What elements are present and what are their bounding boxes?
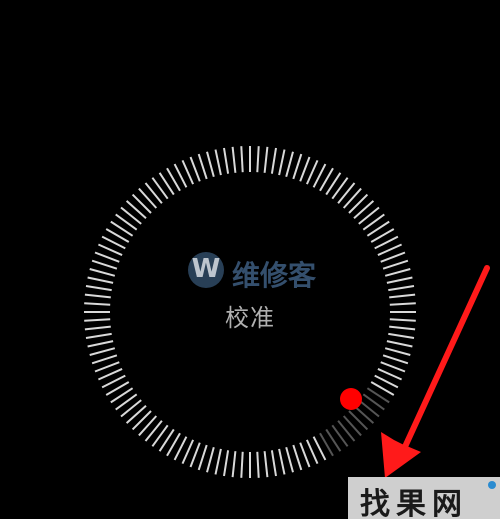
dial-tick [386, 340, 413, 348]
dial-tick [389, 325, 416, 331]
dial-tick [85, 285, 112, 292]
dial-tick [85, 332, 112, 339]
dial-tick [278, 149, 286, 176]
dial-tick [189, 156, 201, 182]
red-dot-icon [340, 388, 362, 410]
calibration-label: 校准 [225, 304, 275, 332]
watermark-letter: W [191, 254, 221, 284]
dial-tick [206, 151, 215, 178]
dial-tick [84, 293, 111, 299]
dial-tick [131, 410, 152, 431]
dial-tick [285, 446, 294, 473]
dial-tick [377, 367, 403, 381]
dial-tick [197, 153, 208, 180]
dial-tick [389, 318, 416, 322]
dial-tick [231, 146, 237, 173]
dial-tick [299, 156, 311, 182]
dial-tick [131, 193, 152, 214]
dial-tick [84, 325, 111, 331]
dial-tick [214, 448, 222, 475]
dial-tick [278, 448, 286, 475]
dial-tick [97, 367, 123, 381]
dial-tick [89, 347, 116, 356]
registered-mark-icon [488, 481, 496, 489]
dial-tick [206, 446, 215, 473]
dial-tick [189, 442, 201, 468]
dial-tick [97, 243, 123, 257]
dial-tick [181, 439, 195, 465]
dial-tick [91, 259, 118, 270]
dial-tick [263, 451, 269, 478]
dial-tick [256, 451, 260, 478]
dial-tick [382, 259, 409, 270]
dial-tick [270, 147, 277, 174]
dial-tick [84, 302, 111, 306]
watermark-logo: W 维修客 [188, 252, 338, 292]
dial-tick [380, 361, 406, 373]
dial-tick [89, 268, 116, 277]
dial-tick [197, 444, 208, 471]
dial-tick [231, 451, 237, 478]
dial-tick [388, 332, 415, 339]
dial-tick [256, 146, 260, 173]
dial-tick [348, 193, 369, 214]
dial-tick [292, 444, 303, 471]
dial-tick [389, 293, 416, 299]
dial-tick [223, 450, 230, 477]
dial-tick [380, 251, 406, 263]
dial-tick [263, 146, 269, 173]
dial-tick [305, 159, 319, 185]
dial-tick [305, 439, 319, 465]
compass-calibration-screen: W 维修客 校准 找果网 [0, 0, 500, 519]
corner-watermark-badge: 找果网 [348, 477, 500, 519]
dial-tick [91, 354, 118, 365]
dial-tick [299, 442, 311, 468]
dial-tick [240, 146, 244, 173]
watermark-text: 维修客 [232, 259, 317, 292]
dial-tick [84, 318, 111, 322]
dial-tick [87, 276, 114, 284]
dial-tick [87, 340, 114, 348]
dial-tick [389, 302, 416, 306]
corner-badge-text: 找果网 [360, 487, 468, 519]
dial-tick [382, 354, 409, 365]
dial-tick [377, 243, 403, 257]
dial-tick [270, 450, 277, 477]
dial-tick [240, 451, 244, 478]
dial-tick [348, 410, 369, 431]
watermark-badge-icon: W [188, 252, 224, 288]
dial-tick [94, 361, 120, 373]
dial-tick [292, 153, 303, 180]
dial-tick [285, 151, 294, 178]
dial-tick [214, 149, 222, 176]
dial-tick [386, 276, 413, 284]
dial-tick [181, 159, 195, 185]
dial-tick [94, 251, 120, 263]
dial-tick [384, 347, 411, 356]
dial-tick [388, 285, 415, 292]
dial-tick [223, 147, 230, 174]
dial-tick [384, 268, 411, 277]
